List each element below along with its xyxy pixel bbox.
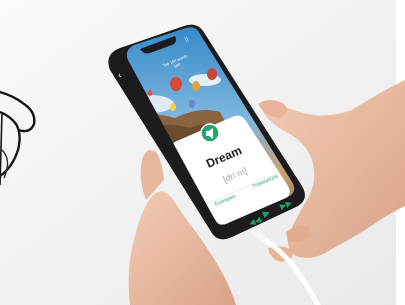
photo-scene bbox=[0, 0, 405, 305]
